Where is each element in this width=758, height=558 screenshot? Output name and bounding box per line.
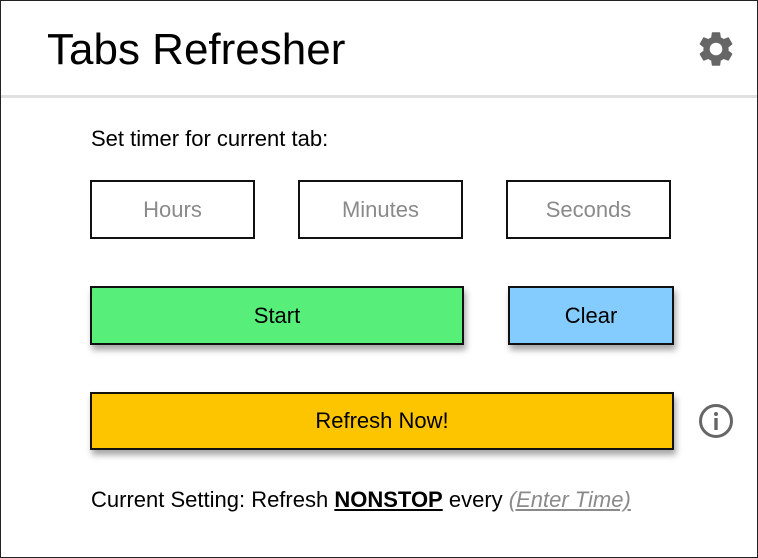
clear-button[interactable]: Clear — [508, 286, 674, 345]
status-prefix: Current Setting: Refresh — [91, 487, 335, 512]
enter-time-link[interactable]: (Enter Time) — [509, 487, 631, 512]
refresh-now-button[interactable]: Refresh Now! — [90, 392, 674, 450]
start-button-label: Start — [253, 302, 301, 328]
start-button[interactable]: Start — [90, 286, 464, 345]
gear-icon[interactable] — [695, 28, 737, 70]
current-setting-text: Current Setting: Refresh NONSTOP every (… — [91, 486, 631, 514]
hours-input[interactable] — [90, 180, 255, 239]
refresh-now-button-label: Refresh Now! — [315, 408, 449, 433]
header: Tabs Refresher — [1, 1, 757, 98]
timer-label: Set timer for current tab: — [91, 126, 329, 151]
info-icon[interactable] — [698, 403, 734, 439]
popup-window: Tabs Refresher Set timer for current tab… — [0, 0, 758, 558]
status-middle: every — [442, 487, 509, 512]
app-title: Tabs Refresher — [47, 25, 346, 74]
seconds-input[interactable] — [506, 180, 671, 239]
minutes-input[interactable] — [298, 180, 463, 239]
refresh-mode[interactable]: NONSTOP — [334, 487, 442, 512]
clear-button-label: Clear — [564, 302, 618, 328]
